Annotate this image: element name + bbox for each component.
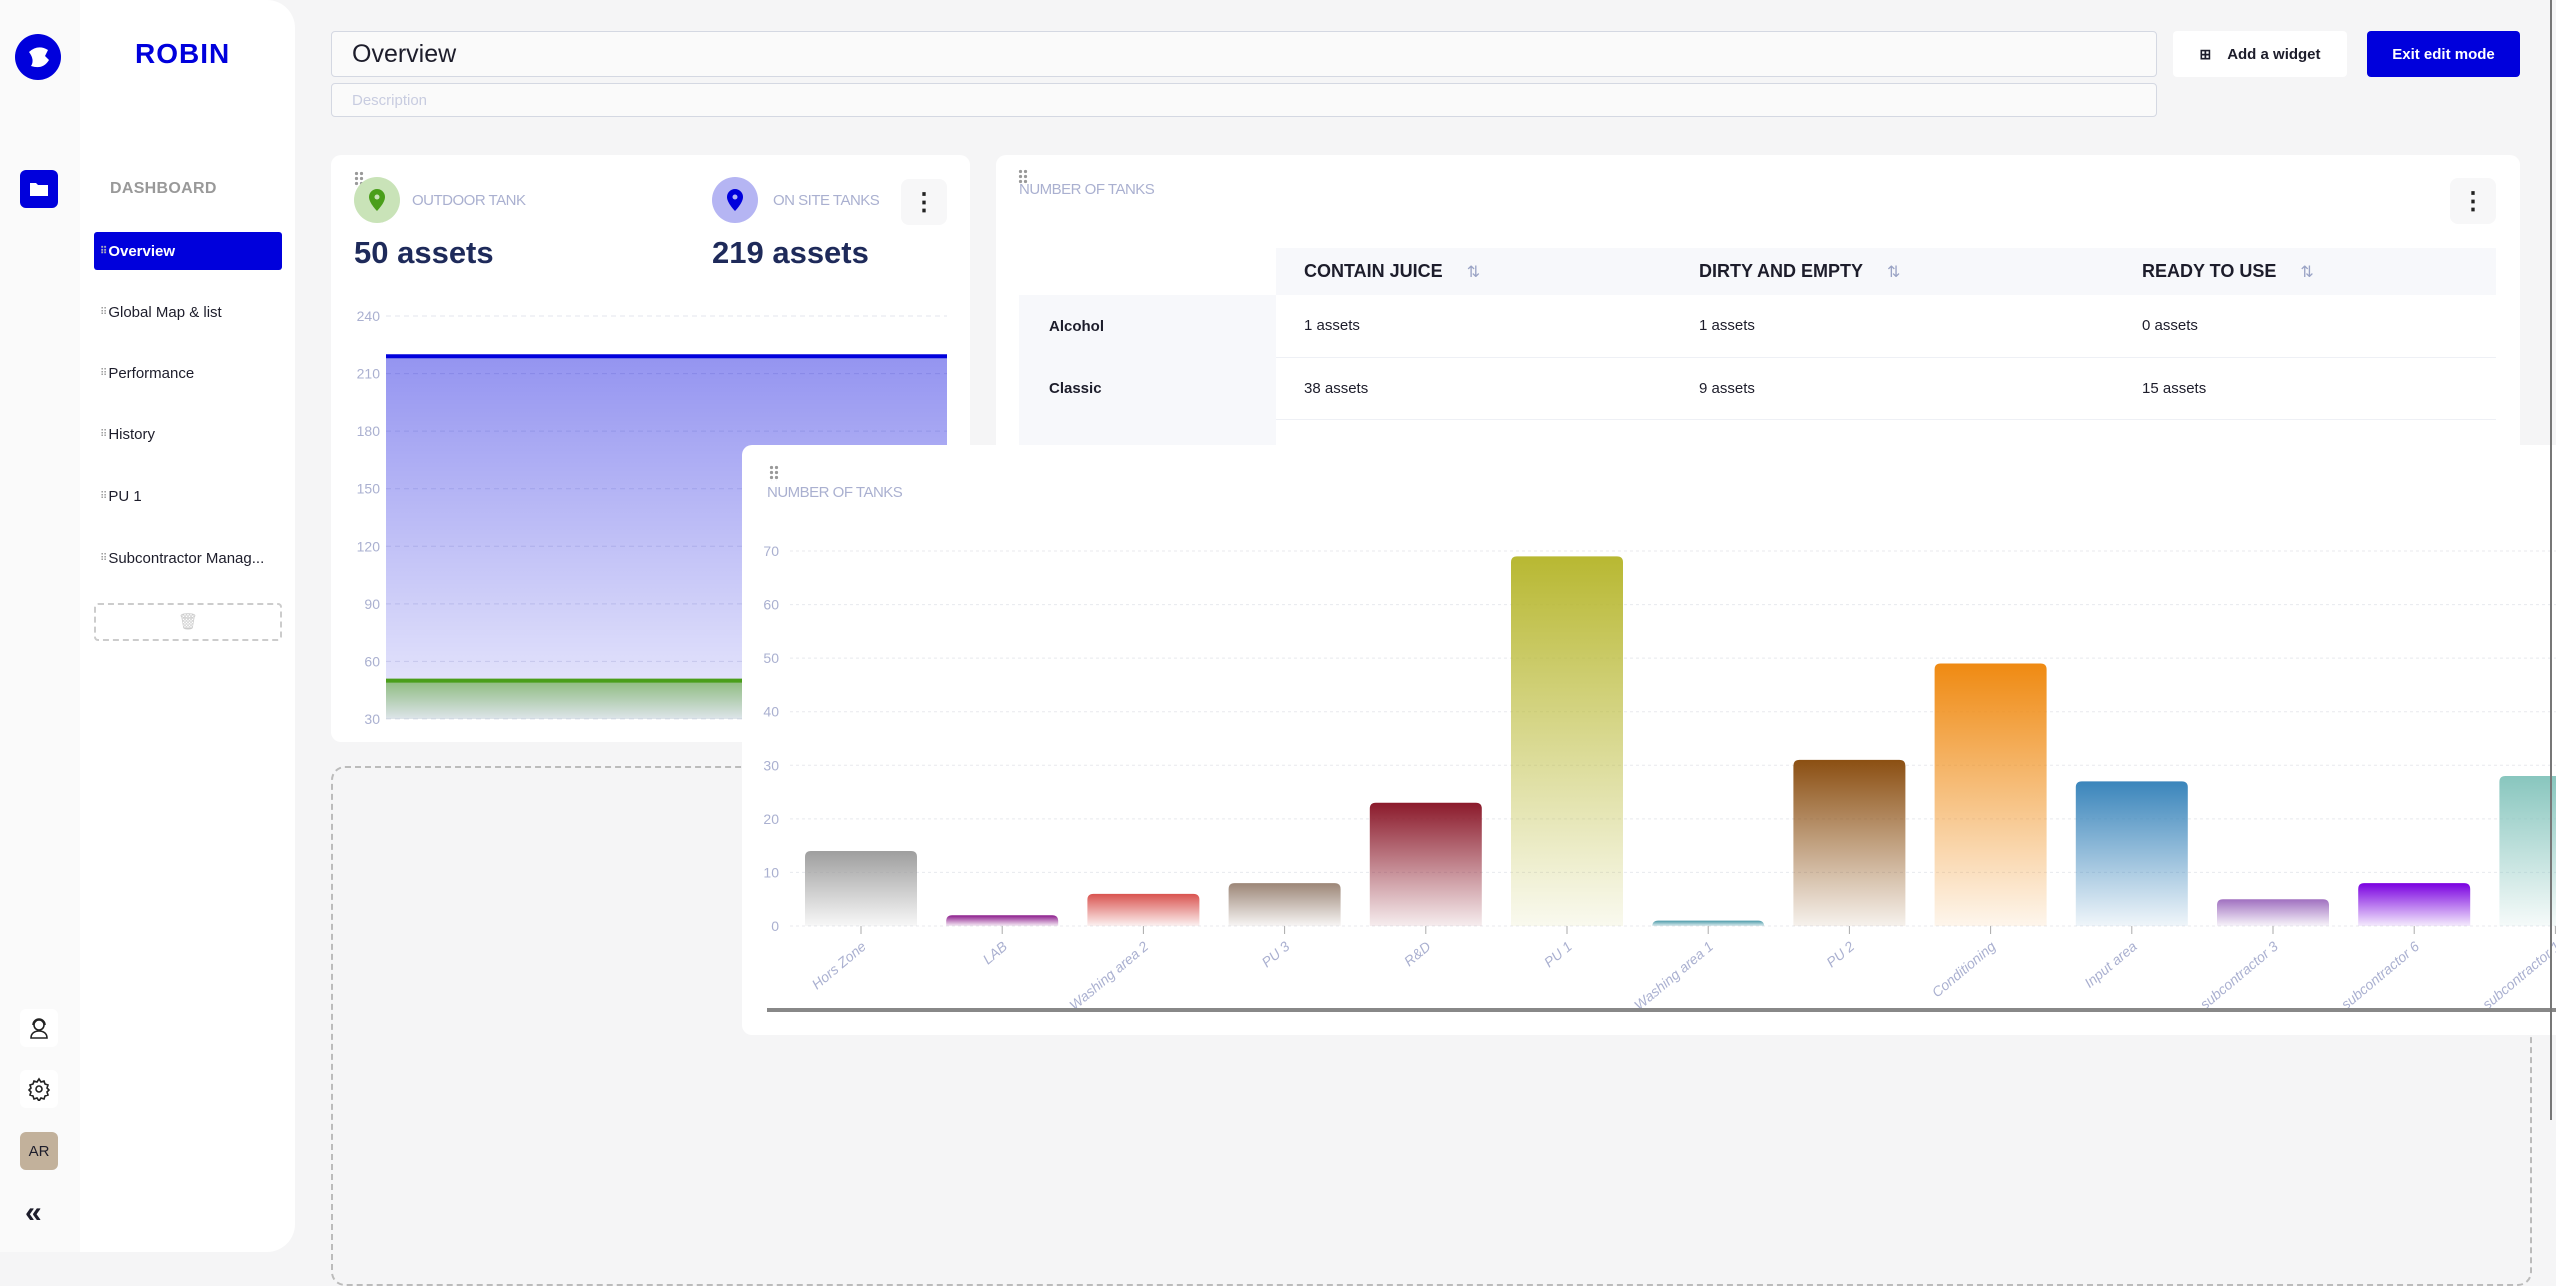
- bar: [2217, 899, 2329, 926]
- trash-icon: 🗑: [177, 614, 199, 631]
- sidebar-item-history[interactable]: ⠿ History: [94, 415, 282, 453]
- more-options-button[interactable]: ⋮: [2450, 178, 2496, 224]
- y-tick-label: 0: [771, 918, 779, 934]
- y-tick-label: 240: [357, 308, 381, 324]
- y-tick-label: 60: [763, 597, 779, 613]
- sidebar: ROBIN DASHBOARD ⠿ Overview ⠿ Global Map & …: [80, 0, 295, 1252]
- x-tick-label: R&D: [1401, 938, 1434, 969]
- column-header[interactable]: CONTAIN JUICE ⇅: [1276, 248, 1671, 295]
- x-tick-label: Input area: [2081, 938, 2140, 991]
- x-tick-label: Conditioning: [1929, 938, 1999, 1000]
- sidebar-item-pu1[interactable]: ⠿ PU 1: [94, 477, 282, 515]
- drag-handle-icon[interactable]: ⠿: [100, 246, 107, 257]
- y-tick-label: 60: [364, 653, 380, 669]
- y-tick-label: 70: [763, 543, 779, 559]
- y-tick-label: 30: [763, 757, 779, 773]
- icon-rail: AR «: [0, 0, 80, 1252]
- headset-icon[interactable]: [20, 1009, 58, 1047]
- sidebar-item-label: Performance: [108, 364, 195, 382]
- y-tick-label: 20: [763, 811, 779, 827]
- tanks-bar-widget: NUMBER OF TANKS 70 60 50 40 30 20 10 0 Hors Zone…: [742, 445, 2556, 1035]
- description-input[interactable]: Description: [331, 83, 2157, 117]
- x-tick-label: subcontractor 1: [2479, 938, 2556, 1012]
- y-tick-label: 90: [364, 596, 380, 612]
- column-header[interactable]: READY TO USE ⇅: [2114, 248, 2496, 295]
- x-tick-label: PU 1: [1541, 938, 1575, 970]
- sidebar-item-label: Global Map & list: [108, 303, 222, 321]
- bar: [2499, 776, 2556, 926]
- bar: [805, 851, 917, 926]
- title-input[interactable]: Overview: [331, 31, 2157, 77]
- x-tick-label: PU 3: [1258, 938, 1292, 970]
- x-tick-label: PU 2: [1823, 938, 1857, 970]
- table-row: Classic 38 assets 9 assets 15 assets: [1019, 357, 2496, 420]
- bar: [1934, 663, 2047, 926]
- horizontal-scrollbar[interactable]: [767, 1008, 2556, 1012]
- x-tick-label: subcontractor 3: [2197, 938, 2281, 1012]
- bar: [1652, 920, 1765, 927]
- avatar[interactable]: AR: [20, 1132, 58, 1170]
- y-tick-label: 210: [357, 366, 381, 382]
- drag-handle-icon[interactable]: ⠿: [100, 553, 107, 564]
- exit-edit-mode-button[interactable]: Exit edit mode: [2367, 31, 2520, 77]
- sidebar-item-performance[interactable]: ⠿ Performance: [94, 354, 282, 392]
- sort-icon[interactable]: ⇅: [2300, 264, 2313, 281]
- drag-handle-icon[interactable]: ⠿: [100, 491, 107, 502]
- x-tick-label: subcontractor 6: [2338, 938, 2422, 1012]
- bar: [1228, 883, 1341, 926]
- sort-icon[interactable]: ⇅: [1467, 264, 1480, 281]
- x-tick-label: Washing area 2: [1066, 938, 1151, 1013]
- bar: [2075, 781, 2188, 926]
- bar: [1511, 556, 1623, 926]
- drag-handle-icon[interactable]: ⠿: [100, 429, 107, 440]
- sidebar-item-label: History: [108, 425, 155, 443]
- y-tick-label: 180: [357, 423, 381, 439]
- app-logo-icon[interactable]: [15, 34, 61, 80]
- delete-drop-zone[interactable]: 🗑: [94, 603, 282, 641]
- y-tick-label: 40: [763, 704, 779, 720]
- x-tick-label: LAB: [980, 938, 1011, 967]
- folder-icon[interactable]: [20, 170, 58, 208]
- table-row: Alcohol 1 assets 1 assets 0 assets: [1019, 295, 2496, 358]
- collapse-sidebar-icon[interactable]: «: [25, 1196, 42, 1230]
- bar: [1087, 893, 1200, 926]
- y-tick-label: 150: [357, 481, 381, 497]
- widget-title: NUMBER OF TANKS: [1019, 181, 1155, 198]
- widgets-icon: ⊞: [2199, 45, 2212, 62]
- bar: [1793, 759, 1906, 926]
- tanks-bar-chart: 70 60 50 40 30 20 10 0 Hors Zone LAB Washing area …: [763, 543, 2556, 1013]
- column-header[interactable]: DIRTY AND EMPTY ⇅: [1671, 248, 2114, 295]
- x-tick-label: Washing area 1: [1631, 938, 1716, 1013]
- bar: [1369, 802, 1482, 926]
- y-tick-label: 10: [763, 864, 779, 880]
- brand-logo: ROBIN: [135, 38, 231, 69]
- add-widget-label: Add a widget: [2227, 45, 2321, 63]
- bar: [2358, 883, 2471, 926]
- gear-icon[interactable]: [20, 1070, 58, 1108]
- sidebar-item-overview[interactable]: ⠿ Overview: [94, 232, 282, 270]
- add-widget-button[interactable]: ⊞ Add a widget: [2173, 31, 2347, 77]
- section-heading: DASHBOARD: [110, 180, 217, 197]
- sort-icon[interactable]: ⇅: [1887, 264, 1900, 281]
- x-tick-label: Hors Zone: [809, 938, 870, 992]
- sidebar-item-label: PU 1: [108, 487, 142, 505]
- drag-handle-icon[interactable]: ⠿: [100, 307, 107, 318]
- sidebar-item-label: Overview: [108, 242, 176, 260]
- drag-handle-icon[interactable]: ⠿: [100, 368, 107, 379]
- y-tick-label: 120: [357, 538, 381, 554]
- vertical-scrollbar[interactable]: [2550, 0, 2552, 1120]
- bar: [946, 915, 1059, 926]
- sidebar-item-global-map[interactable]: ⠿ Global Map & list: [94, 293, 282, 331]
- y-tick-label: 50: [763, 650, 779, 666]
- sidebar-item-subcontractor[interactable]: ⠿ Subcontractor Manag...: [94, 539, 282, 577]
- sidebar-item-label: Subcontractor Manag...: [108, 549, 265, 567]
- y-tick-label: 30: [364, 711, 380, 727]
